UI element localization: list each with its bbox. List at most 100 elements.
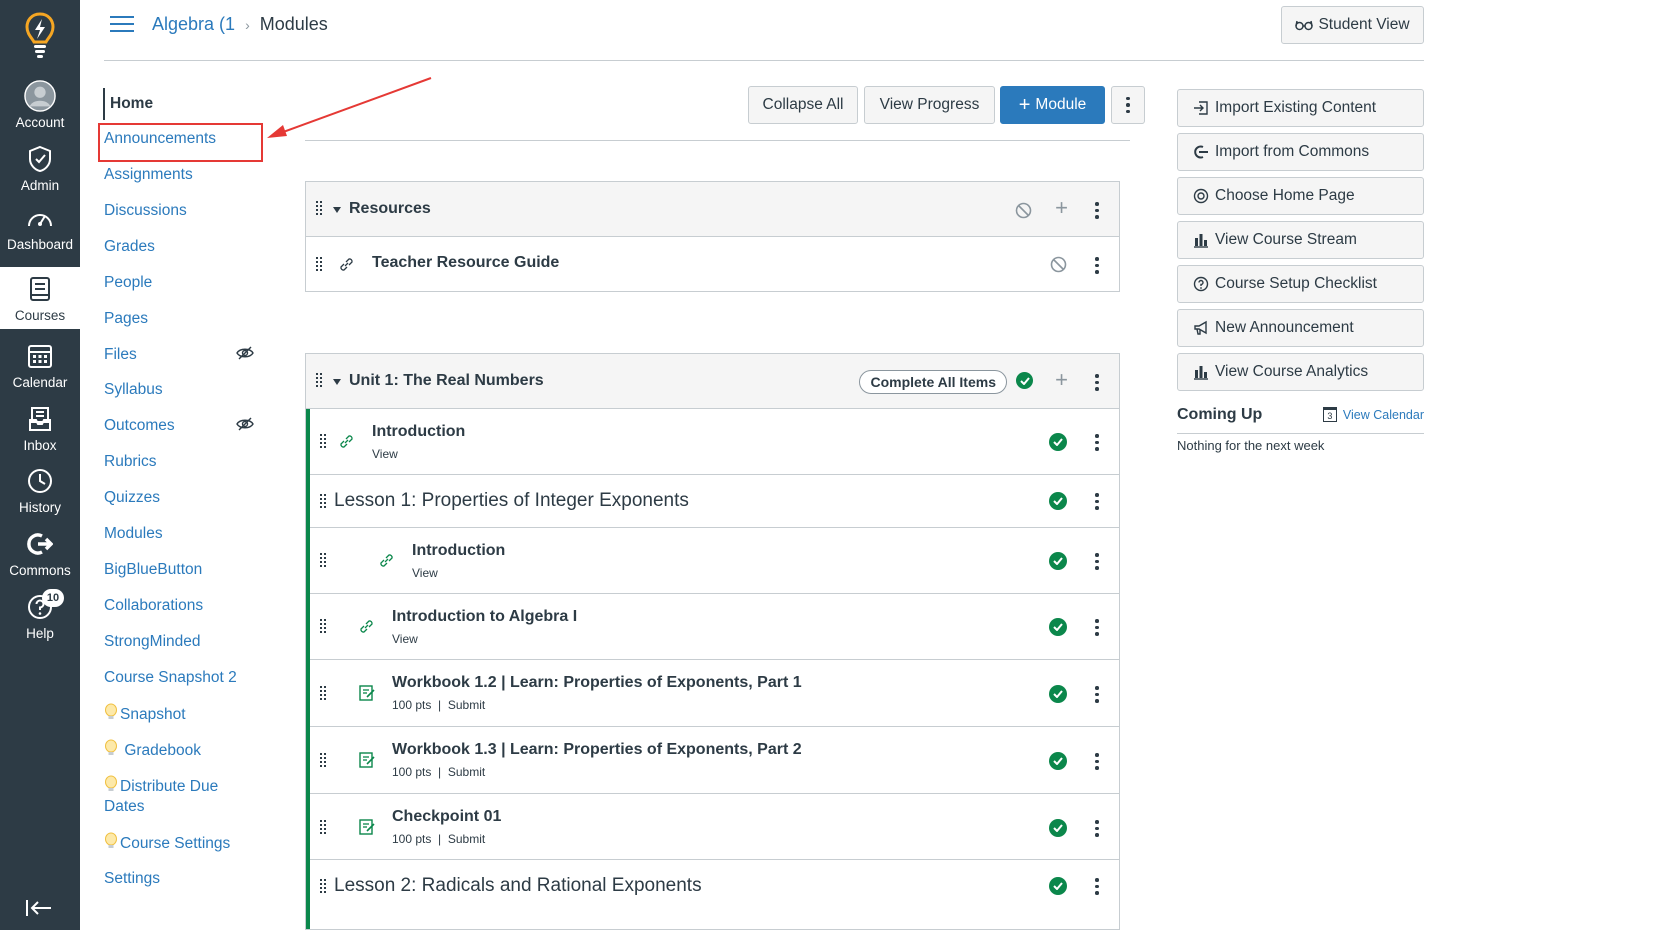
course-nav-bigbluebutton[interactable]: BigBlueButton: [104, 559, 202, 580]
nav-inbox[interactable]: Inbox: [0, 397, 80, 459]
add-module-button[interactable]: + Module: [1000, 86, 1105, 124]
new-announcement-button[interactable]: New Announcement: [1177, 309, 1424, 347]
module-kebab-icon[interactable]: [1095, 374, 1099, 394]
add-item-plus-icon[interactable]: +: [1055, 195, 1068, 221]
module-item[interactable]: Introduction View: [310, 528, 1119, 594]
published-check-icon[interactable]: [1049, 877, 1067, 895]
view-course-stream-button[interactable]: View Course Stream: [1177, 221, 1424, 259]
course-nav-files[interactable]: Files: [104, 344, 254, 365]
course-nav-distribute-due-dates[interactable]: Distribute Due: [104, 775, 218, 797]
drag-handle-icon[interactable]: [316, 257, 326, 273]
course-nav-announcements[interactable]: Announcements: [104, 128, 216, 149]
unpublished-icon[interactable]: [1015, 202, 1032, 219]
course-nav-syllabus[interactable]: Syllabus: [104, 379, 163, 400]
course-menu-hamburger-icon[interactable]: [110, 16, 134, 34]
module-subheader[interactable]: Lesson 2: Radicals and Rational Exponent…: [310, 860, 1119, 929]
unpublished-icon[interactable]: [1050, 256, 1067, 273]
breadcrumb-course-link[interactable]: Algebra (1: [152, 14, 235, 35]
course-nav-course-snapshot-2[interactable]: Course Snapshot 2: [104, 667, 237, 688]
module-item[interactable]: Workbook 1.3 | Learn: Properties of Expo…: [310, 727, 1119, 794]
module-item[interactable]: Introduction to Algebra I View: [310, 594, 1119, 660]
item-kebab-icon[interactable]: [1095, 753, 1099, 773]
course-nav-dates-label[interactable]: Dates: [104, 796, 145, 817]
module-header[interactable]: Unit 1: The Real Numbers Complete All It…: [306, 354, 1119, 409]
course-nav-quizzes[interactable]: Quizzes: [104, 487, 160, 508]
course-nav-outcomes[interactable]: Outcomes: [104, 415, 254, 436]
module-item[interactable]: Checkpoint 01 100 pts | Submit: [310, 794, 1119, 860]
item-title[interactable]: Workbook 1.3 | Learn: Properties of Expo…: [392, 741, 802, 759]
drag-handle-icon[interactable]: [316, 373, 326, 389]
drag-handle-icon[interactable]: [316, 201, 326, 217]
nav-courses[interactable]: Courses: [0, 267, 80, 329]
published-check-icon[interactable]: [1049, 752, 1067, 770]
item-kebab-icon[interactable]: [1095, 878, 1099, 898]
nav-admin[interactable]: Admin: [0, 137, 80, 199]
published-check-icon[interactable]: [1049, 433, 1067, 451]
course-nav-people[interactable]: People: [104, 272, 152, 293]
modules-options-kebab-icon[interactable]: [1111, 86, 1145, 124]
course-nav-snapshot[interactable]: Snapshot: [104, 703, 186, 725]
nav-account[interactable]: Account: [0, 74, 80, 136]
item-kebab-icon[interactable]: [1095, 820, 1099, 840]
drag-handle-icon[interactable]: [320, 686, 330, 702]
course-nav-rubrics[interactable]: Rubrics: [104, 451, 157, 472]
canvas-logo-icon[interactable]: [0, 6, 80, 68]
collapse-nav-icon[interactable]: [24, 896, 54, 920]
course-nav-assignments[interactable]: Assignments: [104, 164, 193, 185]
published-check-icon[interactable]: [1049, 685, 1067, 703]
drag-handle-icon[interactable]: [320, 879, 330, 895]
view-course-analytics-button[interactable]: View Course Analytics: [1177, 353, 1424, 391]
item-title[interactable]: Checkpoint 01: [392, 808, 501, 826]
module-item[interactable]: Workbook 1.2 | Learn: Properties of Expo…: [310, 660, 1119, 727]
nav-history[interactable]: History: [0, 459, 80, 521]
item-kebab-icon[interactable]: [1095, 553, 1099, 573]
item-kebab-icon[interactable]: [1095, 257, 1099, 277]
course-nav-settings[interactable]: Settings: [104, 868, 160, 889]
import-from-commons-button[interactable]: Import from Commons: [1177, 133, 1424, 171]
item-kebab-icon[interactable]: [1095, 619, 1099, 639]
course-nav-grades[interactable]: Grades: [104, 236, 155, 257]
view-calendar-link[interactable]: 3 View Calendar: [1322, 407, 1424, 422]
module-kebab-icon[interactable]: [1095, 202, 1099, 222]
module-subheader[interactable]: Lesson 1: Properties of Integer Exponent…: [310, 475, 1119, 528]
item-title[interactable]: Teacher Resource Guide: [372, 254, 559, 272]
module-header[interactable]: Resources +: [306, 182, 1119, 237]
drag-handle-icon[interactable]: [320, 553, 330, 569]
drag-handle-icon[interactable]: [320, 619, 330, 635]
drag-handle-icon[interactable]: [320, 434, 330, 450]
item-title[interactable]: Introduction to Algebra I: [392, 608, 577, 626]
nav-dashboard[interactable]: Dashboard: [0, 196, 80, 258]
item-kebab-icon[interactable]: [1095, 686, 1099, 706]
course-nav-home[interactable]: Home: [103, 88, 153, 120]
choose-home-page-button[interactable]: Choose Home Page: [1177, 177, 1424, 215]
drag-handle-icon[interactable]: [320, 494, 330, 510]
course-nav-discussions[interactable]: Discussions: [104, 200, 187, 221]
nav-commons[interactable]: Commons: [0, 522, 80, 584]
course-nav-gradebook[interactable]: Gradebook: [104, 739, 201, 761]
course-nav-pages[interactable]: Pages: [104, 308, 148, 329]
collapse-caret-icon[interactable]: [333, 207, 341, 213]
course-nav-collaborations[interactable]: Collaborations: [104, 595, 203, 616]
module-item[interactable]: Teacher Resource Guide: [306, 237, 1119, 291]
item-kebab-icon[interactable]: [1095, 434, 1099, 454]
import-existing-content-button[interactable]: Import Existing Content: [1177, 89, 1424, 127]
nav-help[interactable]: 10 Help: [0, 585, 80, 647]
item-title[interactable]: Introduction: [412, 542, 505, 560]
add-item-plus-icon[interactable]: +: [1055, 367, 1068, 393]
student-view-button[interactable]: Student View: [1281, 6, 1424, 44]
course-nav-course-settings[interactable]: Course Settings: [104, 832, 230, 854]
drag-handle-icon[interactable]: [320, 753, 330, 769]
module-item[interactable]: Introduction View: [310, 409, 1119, 475]
course-setup-checklist-button[interactable]: Course Setup Checklist: [1177, 265, 1424, 303]
published-check-icon[interactable]: [1016, 372, 1033, 389]
collapse-all-button[interactable]: Collapse All: [748, 86, 858, 124]
course-nav-strongminded[interactable]: StrongMinded: [104, 631, 201, 652]
nav-calendar[interactable]: Calendar: [0, 334, 80, 396]
course-nav-modules[interactable]: Modules: [104, 523, 163, 544]
item-title[interactable]: Introduction: [372, 423, 465, 441]
published-check-icon[interactable]: [1049, 492, 1067, 510]
drag-handle-icon[interactable]: [320, 820, 330, 836]
published-check-icon[interactable]: [1049, 819, 1067, 837]
item-kebab-icon[interactable]: [1095, 493, 1099, 513]
view-progress-button[interactable]: View Progress: [864, 86, 995, 124]
